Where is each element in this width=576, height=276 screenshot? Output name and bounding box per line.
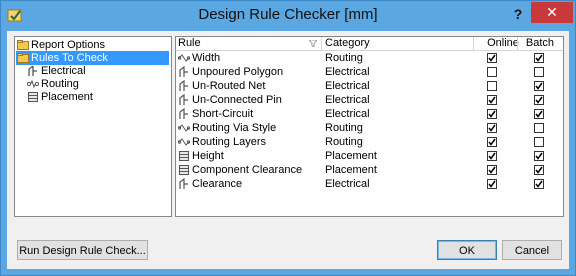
- electrical-rule-icon: [179, 108, 188, 119]
- rule-name-cell: Width: [192, 52, 221, 64]
- dialog-body: Report Options Rules To Check Electrical: [7, 31, 569, 269]
- run-drc-button[interactable]: Run Design Rule Check...: [17, 240, 148, 260]
- table-row[interactable]: Clearance Electrical: [176, 177, 563, 191]
- tree-item-placement[interactable]: Placement: [15, 90, 169, 104]
- table-row[interactable]: Short-Circuit Electrical: [176, 107, 563, 121]
- column-header-rule[interactable]: Rule: [178, 37, 201, 50]
- batch-checkbox[interactable]: [534, 53, 544, 63]
- table-row[interactable]: Height Placement: [176, 149, 563, 163]
- placement-rule-icon: [179, 151, 189, 161]
- electrical-rule-icon: [179, 178, 188, 189]
- column-header-batch[interactable]: Batch: [518, 37, 562, 50]
- category-cell: Electrical: [325, 66, 370, 78]
- placement-rule-icon: [179, 165, 189, 175]
- routing-rule-icon: [27, 79, 39, 89]
- rule-name-cell: Clearance: [192, 178, 243, 190]
- tree-item-report-options[interactable]: Report Options: [15, 38, 169, 52]
- category-cell: Electrical: [325, 80, 370, 92]
- column-separator[interactable]: [321, 37, 322, 50]
- placement-rule-icon: [28, 92, 38, 102]
- online-checkbox[interactable]: [487, 53, 497, 63]
- table-row[interactable]: Routing Via Style Routing: [176, 121, 563, 135]
- online-checkbox[interactable]: [487, 81, 497, 91]
- batch-checkbox[interactable]: [534, 81, 544, 91]
- rule-name-cell: Short-Circuit: [192, 108, 254, 120]
- rule-name-cell: Routing Layers: [192, 136, 266, 148]
- batch-checkbox[interactable]: [534, 109, 544, 119]
- online-checkbox[interactable]: [487, 67, 497, 77]
- tree-item-electrical[interactable]: Electrical: [15, 64, 169, 78]
- batch-checkbox[interactable]: [534, 123, 544, 133]
- routing-rule-icon: [178, 138, 190, 146]
- rule-tree[interactable]: Report Options Rules To Check Electrical: [14, 36, 172, 217]
- tree-item-label: Electrical: [41, 65, 86, 77]
- cancel-button[interactable]: Cancel: [502, 240, 562, 260]
- batch-checkbox[interactable]: [534, 165, 544, 175]
- online-checkbox[interactable]: [487, 137, 497, 147]
- online-checkbox[interactable]: [487, 151, 497, 161]
- folder-icon: [17, 40, 29, 50]
- category-cell: Electrical: [325, 108, 370, 120]
- electrical-rule-icon: [179, 94, 188, 105]
- title-bar[interactable]: Design Rule Checker [mm] ? ✕: [1, 1, 575, 31]
- filter-icon[interactable]: [309, 40, 317, 47]
- tree-item-routing[interactable]: Routing: [15, 77, 169, 91]
- grid-header: Rule Category Online Batch: [176, 37, 563, 51]
- online-checkbox[interactable]: [487, 95, 497, 105]
- rules-grid[interactable]: Rule Category Online Batch Width Routing U…: [175, 36, 564, 217]
- tree-item-label: Routing: [41, 78, 79, 90]
- ok-button[interactable]: OK: [437, 240, 497, 260]
- electrical-rule-icon: [28, 65, 37, 76]
- close-button[interactable]: ✕: [531, 2, 573, 23]
- dialog-window: Design Rule Checker [mm] ? ✕ Report Opti…: [0, 0, 576, 276]
- help-button[interactable]: ?: [509, 4, 527, 24]
- electrical-rule-icon: [179, 66, 188, 77]
- category-cell: Routing: [325, 122, 363, 134]
- category-cell: Routing: [325, 136, 363, 148]
- rule-name-cell: Un-Connected Pin: [192, 94, 282, 106]
- category-cell: Placement: [325, 164, 377, 176]
- column-separator[interactable]: [473, 37, 474, 50]
- table-row[interactable]: Routing Layers Routing: [176, 135, 563, 149]
- tree-item-label: Placement: [41, 91, 93, 103]
- rule-name-cell: Unpoured Polygon: [192, 66, 284, 78]
- table-row[interactable]: Component Clearance Placement: [176, 163, 563, 177]
- rule-name-cell: Component Clearance: [192, 164, 303, 176]
- tree-item-label: Rules To Check: [31, 52, 108, 64]
- rule-name-cell: Height: [192, 150, 224, 162]
- run-drc-label: Run Design Rule Check...: [19, 245, 146, 257]
- category-cell: Electrical: [325, 178, 370, 190]
- table-row[interactable]: Un-Routed Net Electrical: [176, 79, 563, 93]
- batch-checkbox[interactable]: [534, 151, 544, 161]
- online-checkbox[interactable]: [487, 123, 497, 133]
- category-cell: Placement: [325, 150, 377, 162]
- category-cell: Routing: [325, 52, 363, 64]
- rule-name-cell: Un-Routed Net: [192, 80, 266, 92]
- column-header-category[interactable]: Category: [325, 37, 370, 50]
- routing-rule-icon: [178, 54, 190, 62]
- window-title: Design Rule Checker [mm]: [198, 6, 378, 23]
- batch-checkbox[interactable]: [534, 137, 544, 147]
- routing-rule-icon: [178, 124, 190, 132]
- online-checkbox[interactable]: [487, 165, 497, 175]
- online-checkbox[interactable]: [487, 179, 497, 189]
- table-row[interactable]: Un-Connected Pin Electrical: [176, 93, 563, 107]
- electrical-rule-icon: [179, 80, 188, 91]
- batch-checkbox[interactable]: [534, 95, 544, 105]
- tree-item-rules-to-check[interactable]: Rules To Check: [16, 51, 169, 65]
- batch-checkbox[interactable]: [534, 67, 544, 77]
- ok-label: OK: [459, 245, 475, 257]
- cancel-label: Cancel: [514, 245, 550, 257]
- rule-name-cell: Routing Via Style: [192, 122, 277, 134]
- tree-item-label: Report Options: [31, 39, 105, 51]
- category-cell: Electrical: [325, 94, 370, 106]
- folder-icon: [17, 53, 29, 63]
- table-row[interactable]: Width Routing: [176, 51, 563, 65]
- table-row[interactable]: Unpoured Polygon Electrical: [176, 65, 563, 79]
- online-checkbox[interactable]: [487, 109, 497, 119]
- batch-checkbox[interactable]: [534, 179, 544, 189]
